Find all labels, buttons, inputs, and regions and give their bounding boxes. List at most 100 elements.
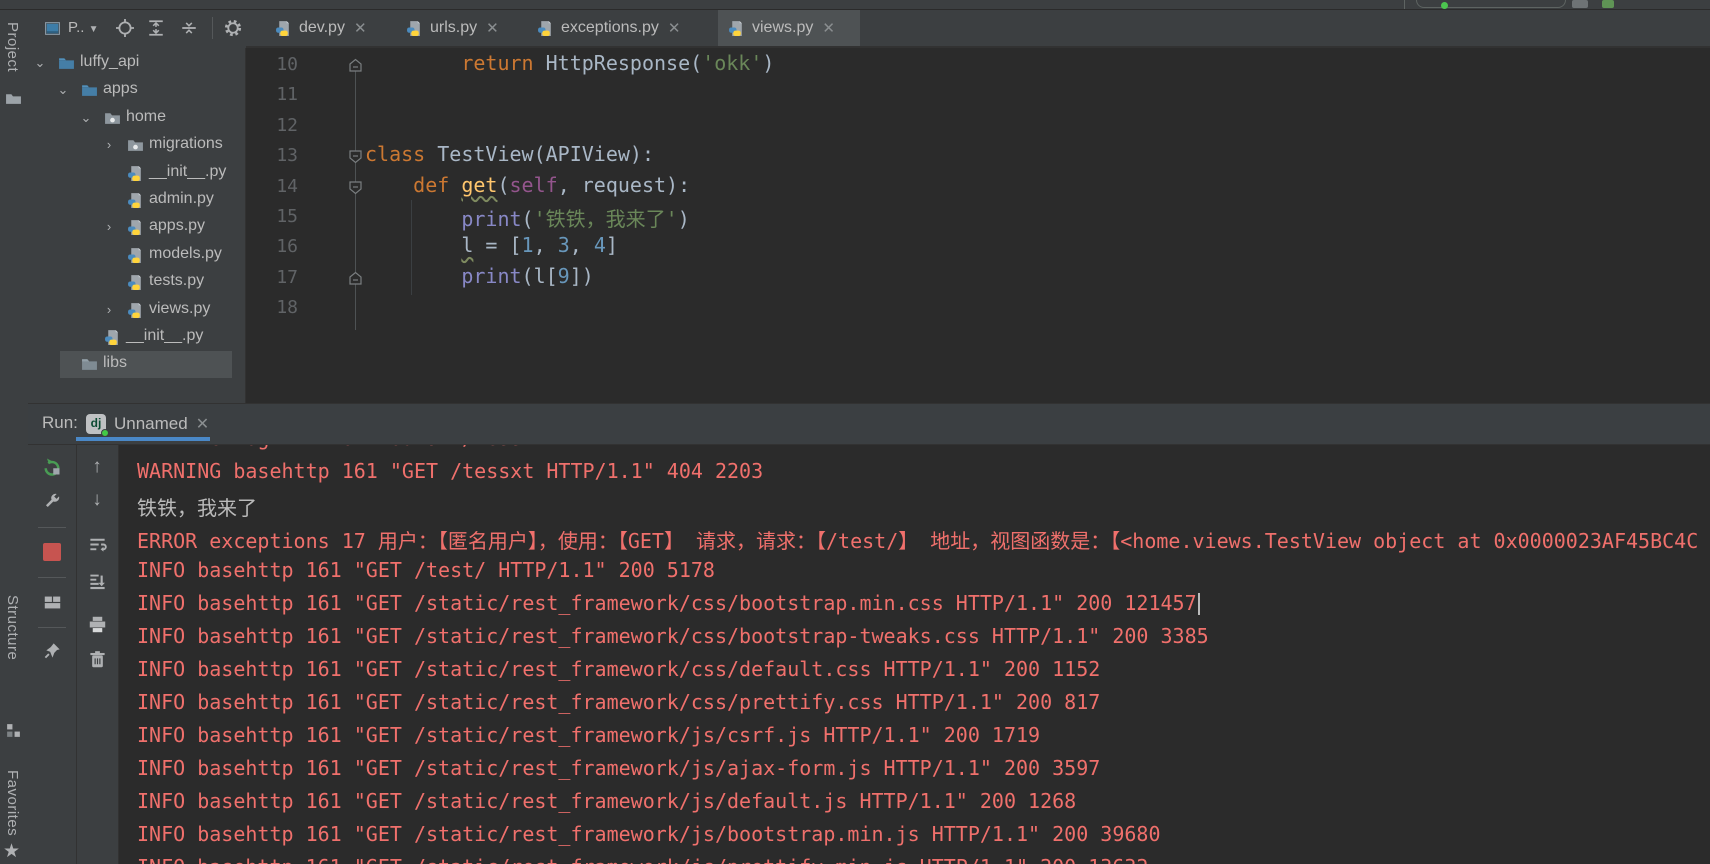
code-token: = [	[473, 233, 522, 258]
tree-item-luffyapi[interactable]: ⌄ luffy_api	[28, 50, 245, 77]
code-editor[interactable]: 10 11 12 13 14 15 16 17 18 return HttpResponse('…	[246, 50, 1710, 403]
keyword-token: def	[413, 172, 462, 197]
run-icon-partial[interactable]	[1602, 0, 1614, 8]
console-line: INFO basehttp 161 "GET /static/rest_fram…	[137, 789, 1077, 813]
line-number: 17	[276, 266, 298, 288]
structure-stripe-label: Structure	[4, 595, 21, 661]
chevron-right-icon[interactable]: ›	[101, 137, 117, 153]
run-configuration-selector[interactable]	[1416, 0, 1566, 9]
down-icon[interactable]: ↓	[86, 489, 108, 511]
toolbar-icon-partial[interactable]	[1572, 0, 1588, 8]
folder-blue-icon	[81, 82, 98, 99]
locate-icon[interactable]	[116, 19, 134, 37]
tree-item-label: luffy_api	[80, 53, 140, 70]
code-token: HttpResponse(	[545, 51, 703, 75]
run-console-output[interactable]: WARNING log 221 Not Found: /tessxt WARNIN…	[119, 445, 1710, 864]
project-window-icon[interactable]	[44, 20, 61, 37]
expand-all-icon[interactable]	[147, 19, 165, 37]
chevron-right-icon[interactable]: ›	[101, 302, 117, 318]
package-icon	[104, 110, 121, 127]
wrench-icon[interactable]	[41, 489, 63, 511]
tree-item-label: apps.py	[149, 217, 206, 235]
close-icon[interactable]: ✕	[196, 414, 209, 434]
trash-icon[interactable]	[86, 648, 108, 670]
toolbar-separator	[212, 17, 213, 39]
editor-tab-dev-py[interactable]: dev.py ✕	[265, 10, 387, 46]
tree-item-initpy[interactable]: __init__.py	[28, 160, 245, 187]
close-icon[interactable]: ✕	[486, 19, 499, 37]
tree-item-initpy[interactable]: __init__.py	[28, 324, 245, 351]
rerun-icon[interactable]	[41, 456, 63, 478]
tool-stripe-button-project[interactable]: Project	[4, 22, 24, 92]
keyword-token: class	[365, 142, 438, 167]
stop-icon[interactable]	[43, 543, 61, 561]
tree-item-libs[interactable]: libs	[28, 351, 245, 379]
fold-marker-up[interactable]	[348, 58, 363, 73]
console-line: WARNING log 221 Not Found: /tessxt	[137, 445, 546, 452]
line-number: 10	[276, 54, 298, 75]
collapse-all-icon[interactable]	[180, 19, 198, 37]
tree-item-modelspy[interactable]: models.py	[28, 242, 245, 269]
code-line: def get(self, request):	[365, 173, 690, 197]
code-line: print('铁铁，我来了')	[365, 203, 689, 232]
tree-item-label: tests.py	[149, 272, 205, 290]
django-badge-text: dj	[90, 416, 102, 430]
code-token: (	[497, 172, 510, 197]
print-icon[interactable]	[86, 613, 108, 635]
run-tab-label: Unnamed	[114, 414, 188, 433]
tree-item-label: libs	[103, 354, 128, 372]
tree-item-testspy[interactable]: tests.py	[28, 269, 245, 296]
chevron-down-icon[interactable]: ⌄	[55, 82, 71, 98]
close-icon[interactable]: ✕	[354, 19, 367, 37]
editor-tab-exceptions-py[interactable]: exceptions.py ✕	[527, 10, 709, 46]
chevron-down-icon[interactable]: ⌄	[78, 110, 94, 126]
console-line: INFO basehttp 161 "GET /static/rest_fram…	[137, 657, 1101, 681]
tab-label: urls.py	[430, 19, 478, 36]
text-caret	[1197, 593, 1200, 615]
tree-item-apps[interactable]: ⌄ apps	[28, 77, 245, 104]
tool-window-stripe-left: Project Structure Favorites ★	[0, 10, 28, 864]
project-selector[interactable]: P.. ▼	[68, 19, 108, 39]
close-icon[interactable]: ✕	[822, 19, 835, 37]
up-icon[interactable]: ↑	[86, 456, 108, 478]
tree-item-appspy[interactable]: › apps.py	[28, 214, 245, 241]
tree-item-label: __init__.py	[126, 327, 204, 344]
editor-tab-urls-py[interactable]: urls.py ✕	[396, 10, 518, 46]
main-toolbar-strip	[0, 0, 1710, 10]
code-token: (	[521, 207, 534, 231]
scroll-to-end-icon[interactable]	[86, 570, 108, 592]
tree-item-home[interactable]: ⌄ home	[28, 105, 245, 132]
tree-item-label: migrations	[149, 135, 223, 153]
python-icon	[127, 274, 144, 291]
tree-item-migrations[interactable]: › migrations	[28, 132, 245, 159]
chevron-right-icon[interactable]: ›	[101, 219, 117, 235]
tree-item-viewspy[interactable]: › views.py	[28, 297, 245, 324]
package-icon	[127, 137, 144, 154]
tab-label: dev.py	[299, 19, 345, 36]
code-token: TestView(APIView):	[437, 142, 654, 167]
fold-marker-up[interactable]	[348, 271, 363, 286]
editor-tab-views-py[interactable]: views.py ✕	[718, 10, 860, 46]
fold-marker-down[interactable]	[348, 149, 363, 164]
tool-stripe-button-structure[interactable]: Structure	[4, 595, 24, 705]
run-panel-label: Run:	[42, 413, 78, 432]
pin-icon[interactable]	[41, 639, 63, 661]
toolbar-separator	[38, 577, 66, 578]
string-token: 'okk'	[702, 51, 763, 75]
layout-icon[interactable]	[41, 591, 63, 613]
console-line: INFO basehttp 161 "GET /test/ HTTP/1.1" …	[137, 558, 715, 582]
tree-item-label: admin.py	[149, 190, 214, 207]
close-icon[interactable]: ✕	[668, 19, 681, 37]
console-line: ERROR exceptions 17 用户：【匿名用户】，使用：【GET】 请…	[137, 529, 1699, 553]
fold-marker-down[interactable]	[348, 180, 363, 195]
tab-label: views.py	[752, 19, 814, 36]
gear-icon[interactable]	[224, 19, 242, 37]
chevron-down-icon[interactable]: ⌄	[32, 55, 48, 71]
tree-item-adminpy[interactable]: admin.py	[28, 187, 245, 214]
console-line: INFO basehttp 161 "GET /static/rest_fram…	[137, 690, 1101, 714]
soft-wrap-icon[interactable]	[86, 533, 108, 555]
code-line: l = [1, 3, 4]	[365, 233, 618, 257]
code-token: self	[509, 172, 558, 197]
